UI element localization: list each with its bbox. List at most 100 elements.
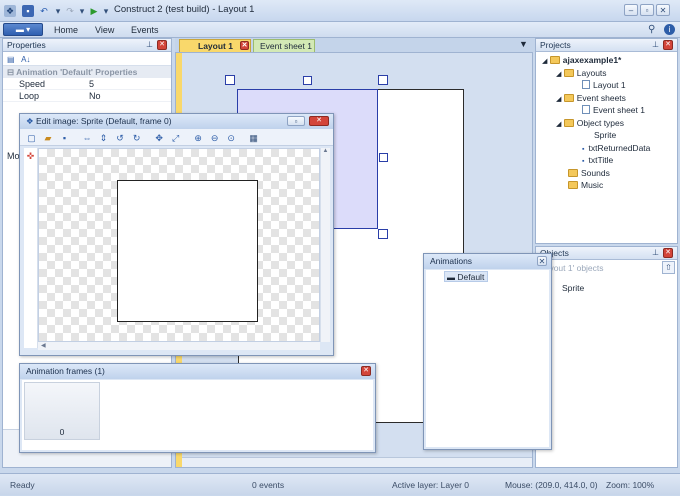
flip-horizontal-icon[interactable]: ⇔ [82, 132, 93, 143]
crop-icon[interactable]: ✥ [154, 133, 165, 144]
close-button[interactable]: ✕ [656, 4, 670, 16]
rotate-ccw-icon[interactable]: ↺ [115, 133, 126, 144]
rotate-cw-icon[interactable]: ↻ [131, 133, 142, 144]
tree-item-layout-1[interactable]: Layout 1 [542, 79, 677, 92]
resize-handle[interactable] [378, 229, 388, 239]
tree-item-event-sheet-1[interactable]: Event sheet 1 [542, 104, 677, 117]
project-tree: ◢ ajaxexample1* ◢ Layouts Layout 1 ◢ Eve… [536, 52, 677, 192]
grid-icon[interactable]: ▦ [248, 133, 259, 144]
pin-icon[interactable]: ⊥ [146, 39, 153, 51]
property-value[interactable]: 5 [73, 78, 94, 89]
resize-handle[interactable] [379, 153, 388, 162]
save-icon[interactable]: ▪ [22, 5, 34, 17]
open-folder-icon[interactable]: ▰ [43, 133, 54, 144]
tree-item-event-sheets[interactable]: ◢ Event sheets [542, 92, 677, 105]
close-icon[interactable]: ✕ [663, 40, 673, 50]
vertical-scrollbar[interactable]: ▲ [320, 148, 330, 342]
image-canvas[interactable] [38, 148, 320, 342]
tab-view[interactable]: View [95, 25, 114, 35]
pin-icon[interactable]: ⊥ [652, 247, 659, 259]
undo-icon[interactable]: ↶ [38, 5, 50, 17]
property-value[interactable]: No [73, 90, 101, 101]
edit-image-title-bar: ❖ Edit image: Sprite (Default, frame 0) … [20, 114, 333, 129]
text-object-icon: ▪ [582, 158, 585, 165]
frames-strip: 0 [22, 380, 373, 450]
object-item[interactable]: Sprite [562, 283, 584, 293]
objects-header: Objects ⊥ ✕ [536, 247, 677, 260]
maximize-button[interactable]: ▫ [640, 4, 654, 16]
chevron-down-icon[interactable]: ▾ [52, 5, 64, 17]
zoom-out-icon[interactable]: ⊖ [209, 133, 220, 144]
tab-layout-1[interactable]: Layout 1 ✕ [179, 39, 251, 52]
frame-thumbnail[interactable]: 0 [24, 382, 100, 440]
film-icon: ▬ [447, 273, 455, 282]
close-button[interactable]: ✕ [309, 116, 329, 126]
save-icon[interactable]: ▪ [59, 132, 70, 143]
customize-icon[interactable]: ▾ [100, 5, 112, 17]
horizontal-scrollbar[interactable] [182, 457, 532, 467]
animation-frames-dialog: Animation frames (1) ✕ 0 [19, 363, 376, 453]
settings-icon[interactable]: ⚲ [648, 24, 655, 35]
folder-icon [563, 68, 574, 77]
tree-root[interactable]: ◢ ajaxexample1* [542, 54, 677, 67]
tab-home[interactable]: Home [54, 25, 78, 35]
zoom-in-icon[interactable]: ⊕ [193, 133, 204, 144]
folder-icon [563, 118, 574, 127]
tab-event-sheet-1[interactable]: Event sheet 1 [253, 39, 315, 52]
property-row[interactable]: Loop No [3, 90, 171, 102]
resize-icon[interactable]: ⤢ [170, 133, 181, 144]
tree-item-sounds[interactable]: Sounds [542, 167, 677, 180]
edit-image-dialog: ❖ Edit image: Sprite (Default, frame 0) … [19, 113, 334, 356]
objects-panel: Objects ⊥ ✕ Layout 1' objects ⇧ Sprite [535, 246, 678, 468]
objects-filter[interactable]: Layout 1' objects [540, 262, 660, 274]
status-ready: Ready [10, 480, 35, 490]
resize-handle[interactable] [303, 76, 312, 85]
document-tabs: Layout 1 ✕ Event sheet 1 ▼ [175, 38, 535, 52]
resize-handle[interactable] [225, 75, 235, 85]
close-icon[interactable]: ✕ [663, 248, 673, 258]
categorize-icon[interactable]: ▤ [7, 55, 15, 64]
projects-panel: Projects ⊥ ✕ ◢ ajaxexample1* ◢ Layouts L… [535, 38, 678, 244]
close-icon[interactable]: ✕ [240, 41, 249, 50]
status-mouse: Mouse: (209.0, 414.0, 0) [505, 480, 598, 490]
projects-header: Projects ⊥ ✕ [536, 39, 677, 52]
animations-dialog: Animations ✕ ▬ Default [423, 253, 552, 450]
flip-vertical-icon[interactable]: ⇕ [98, 133, 109, 144]
close-icon[interactable]: ✕ [157, 40, 167, 50]
tree-item-music[interactable]: Music [542, 179, 677, 192]
status-layer: Active layer: Layer 0 [392, 480, 470, 490]
collapse-icon[interactable]: ⊟ [7, 67, 14, 77]
tabs-dropdown-icon[interactable]: ▼ [519, 39, 528, 49]
up-folder-icon[interactable]: ⇧ [662, 261, 675, 274]
app-icon[interactable]: ❖ [4, 5, 16, 17]
scroll-up-icon[interactable]: ▲ [321, 148, 330, 154]
animation-item-default[interactable]: ▬ Default [444, 271, 489, 282]
resize-handle[interactable] [378, 75, 388, 85]
animations-list: ▬ Default [426, 270, 549, 447]
close-button[interactable]: ✕ [361, 366, 371, 376]
close-button[interactable]: ✕ [537, 256, 547, 266]
redo-icon[interactable]: ↷ [64, 5, 76, 17]
tree-item-txtreturneddata[interactable]: ▪ txtReturnedData [542, 142, 677, 155]
run-icon[interactable]: ▶ [88, 5, 100, 17]
folder-icon [549, 56, 560, 64]
chevron-down-icon[interactable]: ▾ [76, 5, 88, 17]
property-row[interactable]: Speed 5 [3, 78, 171, 90]
app-menu-button[interactable]: ▬ ▾ [3, 23, 43, 36]
tree-item-sprite[interactable]: Sprite [542, 129, 677, 142]
horizontal-scrollbar[interactable]: ◀ [38, 342, 320, 350]
tree-item-layouts[interactable]: ◢ Layouts [542, 67, 677, 80]
minimize-button[interactable]: – [624, 4, 638, 16]
pointer-tool-icon[interactable]: ✜ [24, 151, 37, 162]
zoom-reset-icon[interactable]: ⊙ [226, 133, 237, 144]
scroll-left-icon[interactable]: ◀ [38, 342, 320, 350]
tab-events[interactable]: Events [131, 25, 159, 35]
pin-icon[interactable]: ⊥ [652, 39, 659, 51]
app-icon: ❖ [26, 116, 34, 126]
restore-button[interactable]: ▫ [287, 116, 305, 126]
new-icon[interactable]: ▢ [26, 133, 37, 144]
sort-az-icon[interactable]: A↓ [21, 55, 30, 64]
tree-item-object-types[interactable]: ◢ Object types [542, 117, 677, 130]
info-icon[interactable]: i [664, 24, 675, 35]
tree-item-txttitle[interactable]: ▪ txtTitle [542, 154, 677, 167]
